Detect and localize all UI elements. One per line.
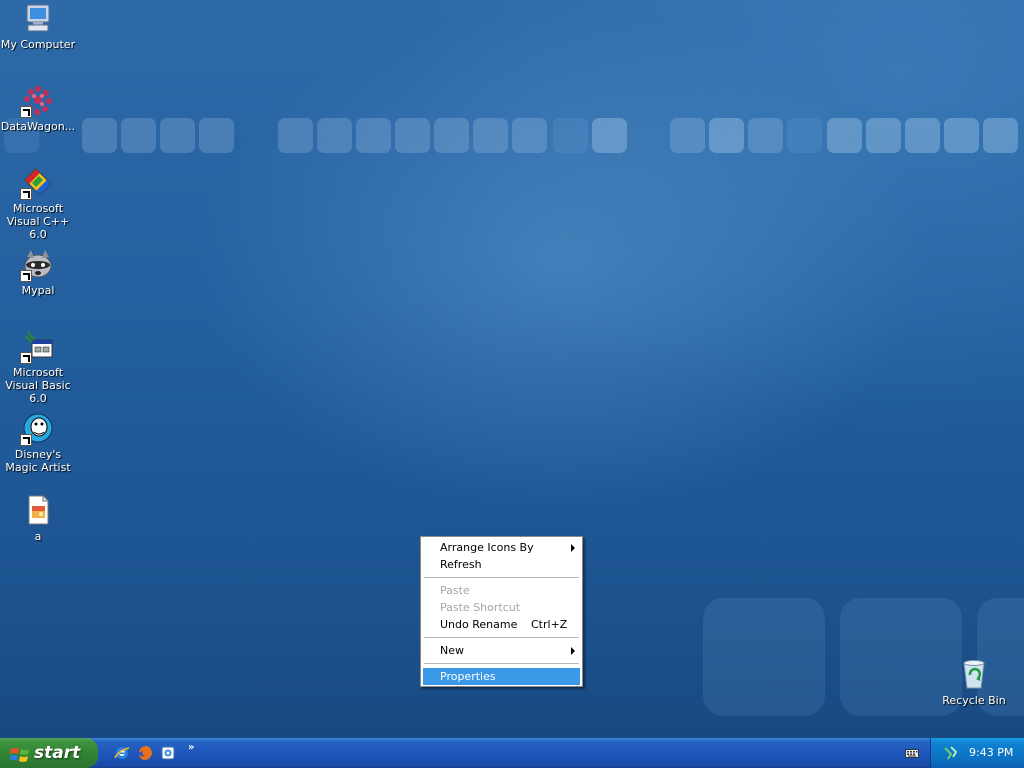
menu-item-arrange-icons-by[interactable]: Arrange Icons By bbox=[423, 539, 580, 556]
desktop-icon-datawagon[interactable]: DataWagon... bbox=[0, 84, 78, 133]
menu-item-new[interactable]: New bbox=[423, 642, 580, 659]
internet-explorer-icon[interactable] bbox=[114, 745, 130, 761]
submenu-arrow-icon bbox=[571, 647, 575, 655]
start-button[interactable]: start bbox=[0, 738, 98, 768]
keyboard-language-icon[interactable] bbox=[905, 747, 919, 762]
menu-separator bbox=[424, 577, 579, 578]
desktop-icon-mypal[interactable]: Mypal bbox=[0, 248, 78, 297]
my-computer-icon bbox=[22, 2, 54, 34]
context-menu: Arrange Icons By Refresh Paste Paste Sho… bbox=[420, 536, 583, 687]
desktop-icon-label: Microsoft Visual C++ 6.0 bbox=[6, 202, 70, 241]
menu-item-undo-rename[interactable]: Undo Rename Ctrl+Z bbox=[423, 616, 580, 633]
firefox-icon[interactable] bbox=[137, 745, 153, 761]
desktop-icon-label: Disney's Magic Artist bbox=[5, 448, 71, 474]
shortcut-arrow-icon bbox=[20, 106, 32, 118]
visual-cpp-icon bbox=[20, 166, 54, 200]
quick-launch-more-button[interactable]: » bbox=[188, 742, 194, 753]
menu-separator bbox=[424, 637, 579, 638]
taskbar-clock[interactable]: 9:43 PM bbox=[969, 738, 1013, 768]
recycle-bin-icon bbox=[958, 658, 990, 690]
windows-flag-icon bbox=[9, 744, 30, 774]
shortcut-arrow-icon bbox=[20, 352, 32, 364]
shortcut-arrow-icon bbox=[20, 188, 32, 200]
desktop-icon-label: Microsoft Visual Basic 6.0 bbox=[5, 366, 71, 405]
magic-artist-icon bbox=[20, 412, 54, 446]
image-file-icon bbox=[22, 494, 54, 526]
desktop-icon-label: My Computer bbox=[0, 38, 76, 51]
menu-item-label: Refresh bbox=[440, 558, 482, 571]
shortcut-arrow-icon bbox=[20, 270, 32, 282]
taskbar: start » 9:43 PM bbox=[0, 738, 1024, 768]
menu-item-label: Properties bbox=[440, 670, 496, 683]
menu-item-properties[interactable]: Properties bbox=[423, 668, 580, 685]
submenu-arrow-icon bbox=[571, 544, 575, 552]
menu-item-label: Paste bbox=[440, 584, 470, 597]
desktop-icon-a[interactable]: a bbox=[0, 494, 78, 543]
system-tray: 9:43 PM bbox=[930, 738, 1024, 768]
menu-item-shortcut-key: Ctrl+Z bbox=[531, 618, 568, 631]
desktop-icon-label: a bbox=[34, 530, 42, 543]
desktop-icon-label: Mypal bbox=[21, 284, 55, 297]
menu-item-refresh[interactable]: Refresh bbox=[423, 556, 580, 573]
quick-launch-app-icon[interactable] bbox=[160, 745, 176, 761]
desktop-icon-visual-basic[interactable]: Microsoft Visual Basic 6.0 bbox=[0, 330, 78, 405]
network-tray-icon[interactable] bbox=[943, 745, 959, 764]
start-label: start bbox=[34, 743, 81, 763]
desktop-icon-recycle-bin[interactable]: Recycle Bin bbox=[934, 658, 1014, 707]
menu-item-paste-shortcut: Paste Shortcut bbox=[423, 599, 580, 616]
desktop-icon-magic-artist[interactable]: Disney's Magic Artist bbox=[0, 412, 78, 474]
shortcut-arrow-icon bbox=[20, 434, 32, 446]
menu-item-label: Arrange Icons By bbox=[440, 541, 534, 554]
menu-separator bbox=[424, 663, 579, 664]
datawagon-icon bbox=[20, 84, 54, 118]
menu-item-label: New bbox=[440, 644, 464, 657]
desktop[interactable]: My Computer DataWagon... Microsoft Visua… bbox=[0, 0, 1024, 738]
visual-basic-icon bbox=[20, 330, 54, 364]
menu-item-label: Paste Shortcut bbox=[440, 601, 521, 614]
desktop-icon-label: DataWagon... bbox=[0, 120, 76, 133]
desktop-icon-label: Recycle Bin bbox=[942, 694, 1006, 707]
menu-item-label: Undo Rename bbox=[440, 618, 518, 631]
mypal-raccoon-icon bbox=[20, 248, 54, 282]
menu-item-paste: Paste bbox=[423, 582, 580, 599]
desktop-icon-my-computer[interactable]: My Computer bbox=[0, 2, 78, 51]
desktop-icon-visual-cpp[interactable]: Microsoft Visual C++ 6.0 bbox=[0, 166, 78, 241]
